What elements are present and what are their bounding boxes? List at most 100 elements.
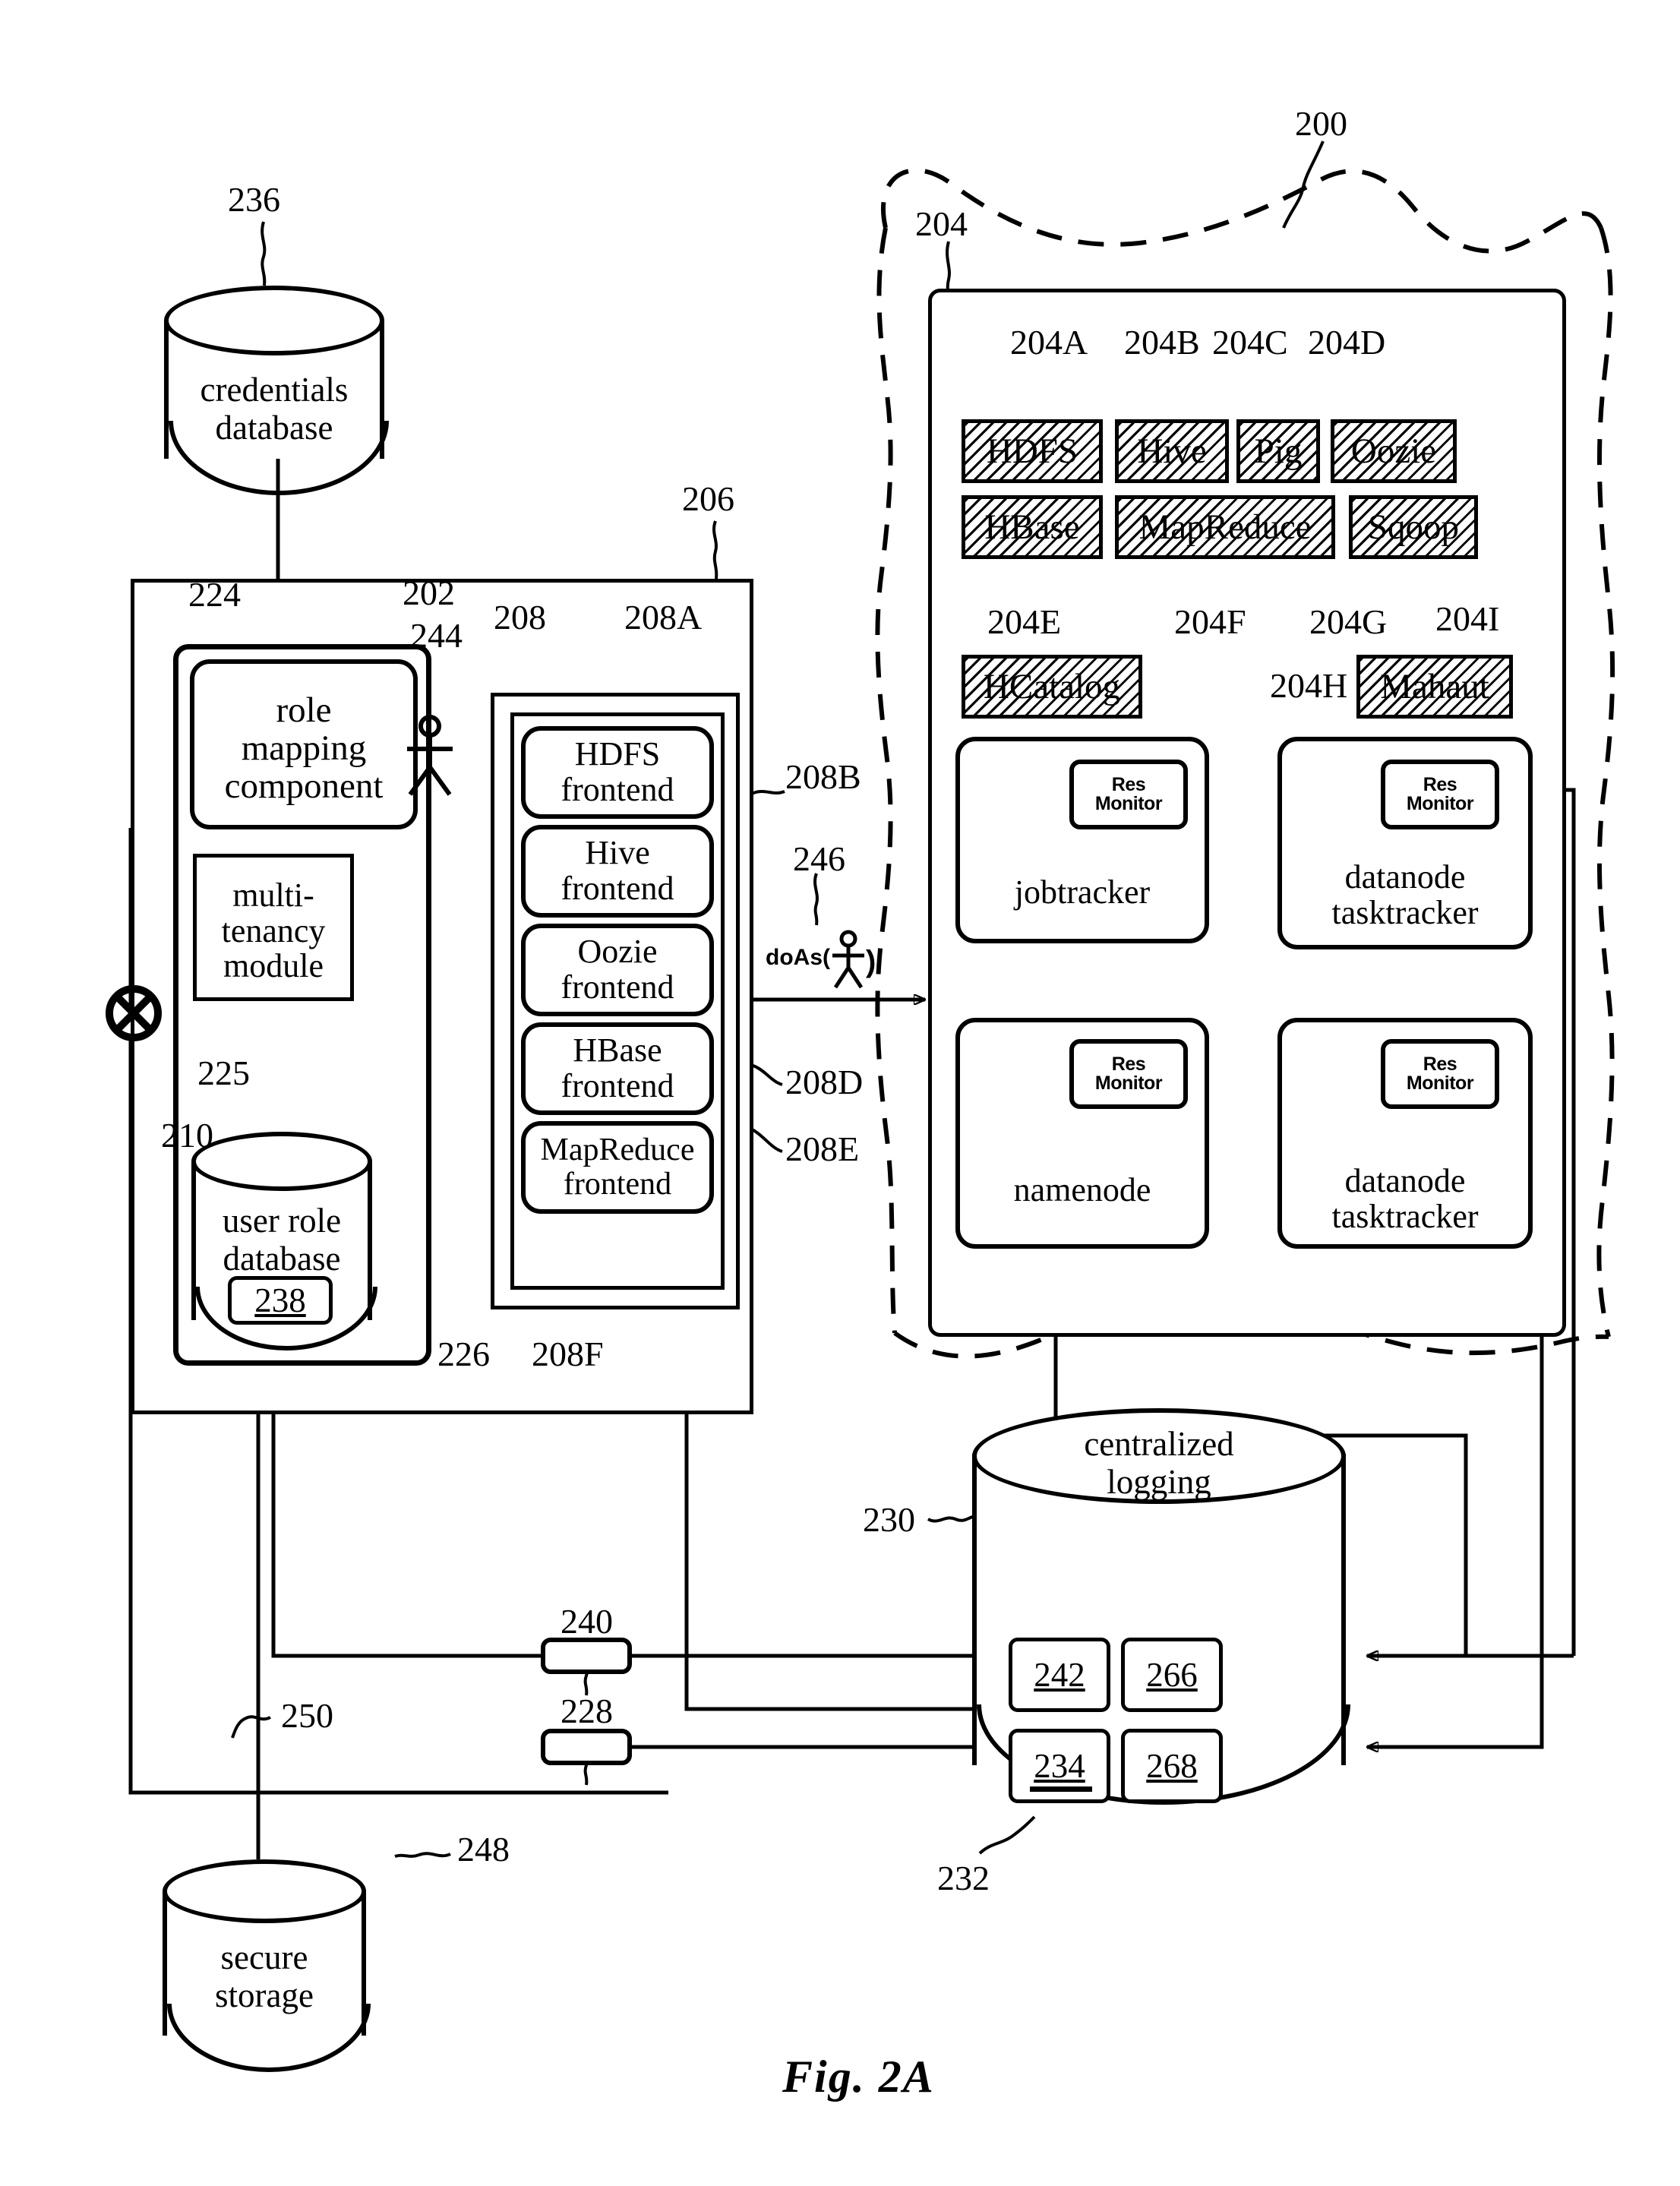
ref-208B: 208B <box>785 757 861 796</box>
frontend-oozie-line2: frontend <box>561 968 674 1006</box>
ref-202: 202 <box>403 573 455 612</box>
res-monitor-jobtracker: Res Monitor <box>1069 760 1188 829</box>
res-monitor-line1-dn2: Res <box>1423 1054 1457 1075</box>
figure-caption: Fig. 2A <box>782 2052 935 2102</box>
frontend-oozie-line1: Oozie <box>577 933 658 971</box>
res-monitor-namenode: Res Monitor <box>1069 1039 1188 1109</box>
datanode-2-line2: tasktracker <box>1331 1197 1479 1235</box>
log-cell-268[interactable]: 268 <box>1121 1729 1223 1803</box>
res-monitor-line1: Res <box>1111 774 1146 795</box>
service-box-hive[interactable]: Hive <box>1115 419 1229 483</box>
service-box-sqoop[interactable]: Sqoop <box>1349 495 1478 559</box>
role-mapping-component[interactable]: role mapping component <box>190 659 418 829</box>
res-monitor-datanode-1: Res Monitor <box>1381 760 1499 829</box>
role-mapping-line3: component <box>224 766 384 806</box>
log-cell-234-underline <box>1030 1786 1092 1792</box>
service-label-hbase: HBase <box>984 507 1080 547</box>
centralized-logging-line1: centralized <box>1084 1425 1234 1463</box>
res-monitor-line2-dn1: Monitor <box>1406 793 1474 814</box>
ref-266: 266 <box>1146 1656 1198 1694</box>
credentials-database[interactable]: credentials database <box>164 286 389 495</box>
secure-storage-line1: secure <box>220 1938 308 1976</box>
role-mapping-component-label: role mapping component <box>194 681 413 817</box>
crossed-circle-icon <box>105 984 163 1042</box>
log-cell-234[interactable]: 234 <box>1009 1729 1110 1803</box>
multi-tenancy-module-label: multi- tenancy module <box>197 868 350 994</box>
service-box-mahaut[interactable]: Mahaut <box>1356 655 1513 719</box>
service-label-oozie: Oozie <box>1350 431 1437 471</box>
service-box-hcatalog[interactable]: HCatalog <box>962 655 1142 719</box>
ref-206: 206 <box>682 479 734 518</box>
ref-208F: 208F <box>532 1335 604 1373</box>
ref-208: 208 <box>494 598 546 637</box>
ref-226: 226 <box>437 1335 490 1373</box>
frontend-hive-line2: frontend <box>561 870 674 907</box>
frontend-oozie[interactable]: Oozie frontend <box>521 924 714 1016</box>
centralized-logging[interactable]: centralized logging 242 266 234 268 <box>972 1408 1350 1823</box>
frontend-hbase[interactable]: HBase frontend <box>521 1022 714 1115</box>
ref-204E: 204E <box>987 602 1062 641</box>
frontend-hive[interactable]: Hive frontend <box>521 825 714 918</box>
res-monitor-line2-nn: Monitor <box>1094 1072 1163 1094</box>
res-monitor-line2-dn2: Monitor <box>1406 1072 1474 1094</box>
channel-pill-240 <box>541 1638 632 1674</box>
frontend-mapreduce-line2: frontend <box>563 1167 672 1202</box>
log-cell-266[interactable]: 266 <box>1121 1638 1223 1712</box>
user-role-database[interactable]: user role database 238 <box>191 1132 377 1358</box>
log-cell-242[interactable]: 242 <box>1009 1638 1110 1712</box>
service-label-hive: Hive <box>1137 431 1207 471</box>
user-role-db-inner-238[interactable]: 238 <box>228 1276 333 1325</box>
frontend-hive-line1: Hive <box>585 834 650 872</box>
node-label-datanode-1: datanode tasktracker <box>1282 858 1528 931</box>
service-box-hbase[interactable]: HBase <box>962 495 1103 559</box>
datanode-1-line1: datanode <box>1344 858 1466 896</box>
datanode-2-line1: datanode <box>1344 1162 1466 1199</box>
ref-232: 232 <box>937 1859 990 1897</box>
frontend-oozie-label: Oozie frontend <box>526 928 709 1012</box>
frontend-hive-label: Hive frontend <box>526 829 709 913</box>
channel-pill-228 <box>541 1729 632 1765</box>
service-box-oozie[interactable]: Oozie <box>1331 419 1457 483</box>
service-box-pig[interactable]: Pig <box>1236 419 1320 483</box>
doas-label: doAs( <box>766 945 830 970</box>
frontend-mapreduce-label: MapReduce frontend <box>526 1126 709 1209</box>
ref-204C: 204C <box>1212 323 1288 362</box>
frontend-mapreduce-line1: MapReduce <box>540 1132 695 1168</box>
multi-tenancy-module[interactable]: multi- tenancy module <box>193 854 354 1001</box>
ref-228: 228 <box>561 1692 613 1730</box>
res-monitor-line1-nn: Res <box>1111 1054 1146 1075</box>
ref-244: 244 <box>410 616 463 655</box>
datanode-1-line2: tasktracker <box>1331 893 1479 931</box>
ref-208A: 208A <box>624 598 703 637</box>
ref-225: 225 <box>197 1054 250 1092</box>
service-box-mapreduce[interactable]: MapReduce <box>1115 495 1335 559</box>
user-role-db-line1: user role <box>222 1202 342 1240</box>
doas-close-paren: ) <box>866 945 876 978</box>
ref-250: 250 <box>281 1696 333 1735</box>
ref-204A: 204A <box>1010 323 1088 362</box>
frontend-hdfs-label: HDFS frontend <box>526 731 709 814</box>
user-role-database-label: user role database <box>191 1202 372 1278</box>
ref-268: 268 <box>1146 1747 1198 1785</box>
multi-tenancy-line2: tenancy <box>221 911 326 949</box>
credentials-database-label: credentials database <box>164 371 384 447</box>
ref-208E: 208E <box>785 1129 860 1168</box>
ref-200: 200 <box>1295 104 1347 143</box>
node-label-jobtracker: jobtracker <box>1014 873 1151 911</box>
multi-tenancy-line3: module <box>223 947 324 985</box>
frontend-hdfs[interactable]: HDFS frontend <box>521 726 714 819</box>
role-mapping-line1: role <box>276 690 332 731</box>
service-box-hdfs[interactable]: HDFS <box>962 419 1103 483</box>
ref-234: 234 <box>1034 1747 1085 1785</box>
patent-figure-2a: 200 204 204A 204B 204C 204D HDFS Hive Pi… <box>0 0 1680 2186</box>
role-mapping-line2: mapping <box>241 728 367 769</box>
credentials-db-line2: database <box>215 409 333 447</box>
service-label-sqoop: Sqoop <box>1367 507 1460 547</box>
ref-248: 248 <box>457 1830 510 1869</box>
frontend-hdfs-line1: HDFS <box>574 735 661 773</box>
frontend-hdfs-line2: frontend <box>561 771 674 808</box>
ref-204B: 204B <box>1124 323 1200 362</box>
service-label-hcatalog: HCatalog <box>983 667 1121 706</box>
frontend-mapreduce[interactable]: MapReduce frontend <box>521 1121 714 1214</box>
secure-storage[interactable]: secure storage <box>163 1859 371 2072</box>
